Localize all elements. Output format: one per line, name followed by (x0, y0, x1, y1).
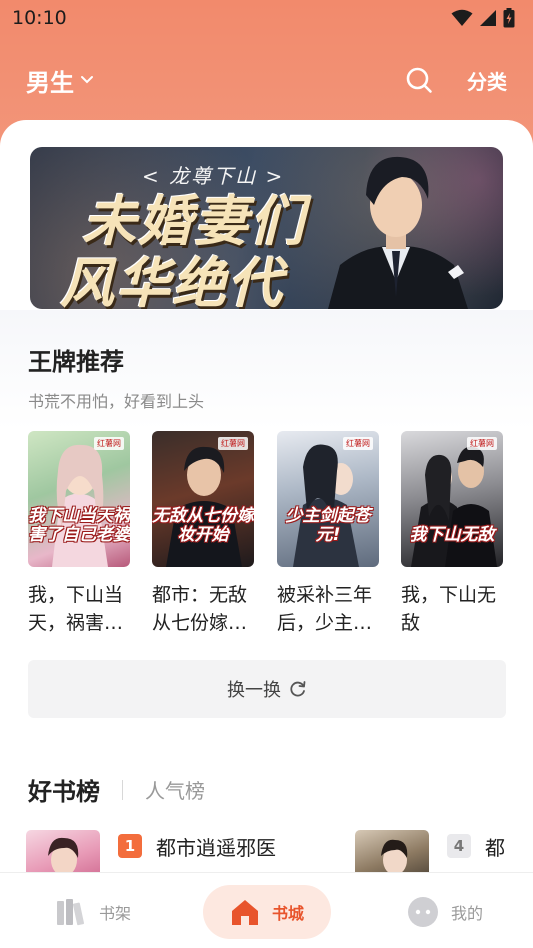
battery-icon (503, 8, 515, 28)
wifi-icon (451, 9, 473, 26)
book-cover[interactable]: 红薯网 我下山当天祸害了自己老婆 (28, 431, 130, 567)
ranking-book-title[interactable]: 都市逍遥邪医 (156, 832, 276, 861)
gender-label: 男生 (26, 68, 74, 97)
tab-bookshelf[interactable]: 书架 (48, 885, 138, 939)
content-card: < 龙尊下山 > 未婚妻们 风华绝代 王牌推荐 书荒不用怕，好看到上头 红薯网 … (0, 120, 533, 890)
promo-banner[interactable]: < 龙尊下山 > 未婚妻们 风华绝代 (30, 147, 503, 309)
signal-icon (480, 10, 496, 26)
book-title[interactable]: 被采补三年后，少主剑起苍元！ (277, 581, 379, 637)
book-card[interactable]: 红薯网 少主剑起苍元! 被采补三年后，少主剑起苍元！ (277, 431, 379, 637)
status-bar: 10:10 (0, 0, 533, 36)
cover-illustration (293, 444, 359, 567)
top-header: 男生 分类 (0, 52, 533, 108)
tab-label: 我的 (450, 904, 483, 923)
cover-title-text: 我下山无敌 (409, 525, 495, 545)
book-card[interactable]: 红薯网 我下山当天祸害了自己老婆 我，下山当天，祸害了自己老婆 (28, 431, 130, 637)
search-icon[interactable] (405, 66, 433, 94)
tab-good-books[interactable]: 好书榜 (28, 772, 100, 807)
book-cover[interactable]: 红薯网 少主剑起苍元! (277, 431, 379, 567)
cover-illustration (52, 444, 108, 567)
refresh-button[interactable]: 换一换 (28, 660, 506, 718)
tab-divider (122, 779, 123, 800)
home-icon (231, 900, 258, 925)
banner-character-image (328, 156, 468, 309)
book-card[interactable]: 红薯网 我下山无敌 我，下山无敌 (401, 431, 503, 637)
chevron-down-icon (81, 76, 93, 84)
rank-number-badge: 4 (447, 834, 471, 858)
ranking-book-title[interactable]: 都 (485, 832, 505, 861)
rank-number-badge: 1 (118, 834, 142, 858)
recommend-book-list: 红薯网 我下山当天祸害了自己老婆 我，下山当天，祸害了自己老婆 红薯网 无敌从七… (28, 431, 506, 641)
book-card[interactable]: 红薯网 无敌从七份嫁妆开始 都市：无敌从七份嫁妆开始 (152, 431, 254, 637)
rank-number: 4 (453, 837, 465, 855)
book-title[interactable]: 我，下山无敌 (401, 581, 503, 637)
cover-illustration (166, 446, 242, 567)
refresh-label: 换一换 (227, 680, 281, 701)
tab-label: 书城 (271, 904, 304, 923)
cover-publisher-tag: 红薯网 (94, 437, 124, 450)
tab-bookstore[interactable]: 书城 (203, 885, 331, 939)
gender-selector[interactable]: 男生 (26, 63, 94, 98)
book-title[interactable]: 我，下山当天，祸害了自己老婆 (28, 581, 130, 637)
section-subtitle-recommend: 书荒不用怕，好看到上头 (28, 392, 205, 411)
book-title[interactable]: 都市：无敌从七份嫁妆开始 (152, 581, 254, 637)
category-link[interactable]: 分类 (467, 66, 507, 95)
bookshelf-icon (56, 899, 84, 926)
tab-profile[interactable]: 我的 (400, 885, 490, 939)
cover-publisher-tag: 红薯网 (218, 437, 248, 450)
tab-label: 书架 (98, 904, 131, 923)
section-title-recommend: 王牌推荐 (28, 348, 124, 376)
rank-number: 1 (124, 837, 136, 855)
cover-title-text: 少主剑起苍元! (285, 506, 371, 545)
refresh-icon (290, 681, 306, 697)
cover-illustration (411, 446, 497, 567)
tab-popular[interactable]: 人气榜 (145, 775, 205, 804)
book-cover[interactable]: 红薯网 无敌从七份嫁妆开始 (152, 431, 254, 567)
header-actions: 分类 (405, 66, 507, 95)
banner-title-line2: 风华绝代 (60, 252, 284, 309)
bottom-tab-bar: 书架 书城 我的 (0, 872, 533, 948)
cover-title-text: 无敌从七份嫁妆开始 (152, 506, 254, 545)
status-time: 10:10 (12, 7, 67, 29)
ranking-tabs: 好书榜 人气榜 (28, 772, 205, 807)
status-icons (451, 8, 515, 28)
cover-publisher-tag: 红薯网 (343, 437, 373, 450)
profile-icon (407, 897, 438, 927)
cover-publisher-tag: 红薯网 (467, 437, 497, 450)
cover-title-text: 我下山当天祸害了自己老婆 (28, 506, 130, 545)
book-cover[interactable]: 红薯网 我下山无敌 (401, 431, 503, 567)
